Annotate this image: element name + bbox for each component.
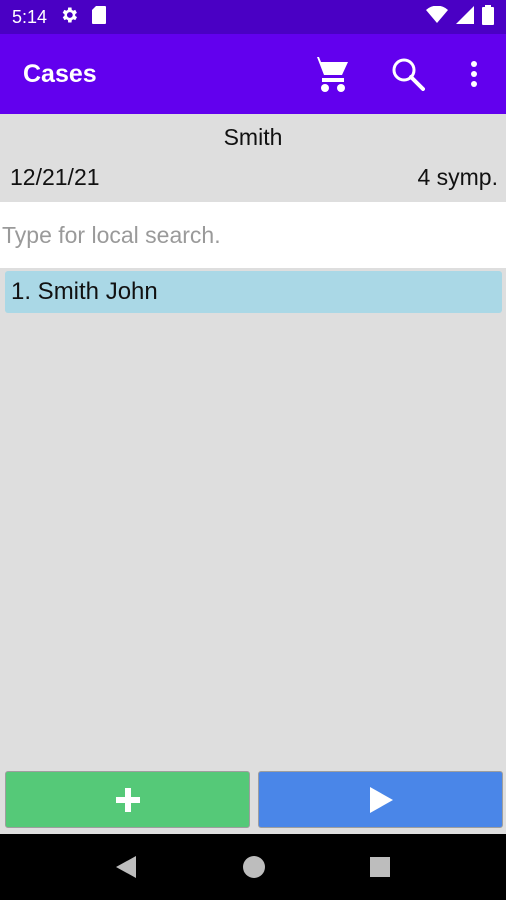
case-date: 12/21/21 [10, 164, 100, 190]
search-icon[interactable] [390, 56, 426, 92]
case-list: 1. Smith John [5, 271, 502, 313]
list-item[interactable]: 1. Smith John [5, 271, 502, 313]
sd-card-icon [91, 5, 107, 30]
app-title: Cases [23, 59, 97, 88]
app-bar: Cases [0, 34, 506, 114]
home-icon[interactable] [241, 854, 267, 880]
play-button[interactable] [258, 771, 503, 828]
symptom-count: 4 symp. [417, 164, 498, 190]
search-box [0, 202, 506, 268]
system-nav-bar [0, 834, 506, 900]
patient-name: Smith [223, 124, 283, 150]
status-bar: 5:14 [0, 0, 506, 34]
search-input[interactable] [2, 202, 506, 268]
back-icon[interactable] [113, 854, 139, 880]
signal-icon [456, 5, 474, 29]
more-vert-icon[interactable] [462, 56, 486, 92]
case-label: 1. Smith John [11, 278, 158, 305]
plus-icon [115, 787, 140, 812]
bottom-buttons [5, 771, 503, 828]
add-button[interactable] [5, 771, 250, 828]
gear-icon [59, 5, 79, 30]
recents-icon[interactable] [367, 854, 393, 880]
wifi-icon [426, 5, 448, 29]
battery-icon [482, 4, 494, 30]
cart-icon[interactable] [310, 54, 352, 94]
status-time: 5:14 [12, 6, 48, 27]
play-icon [369, 786, 393, 813]
case-header: Smith 12/21/21 4 symp. [0, 114, 506, 202]
